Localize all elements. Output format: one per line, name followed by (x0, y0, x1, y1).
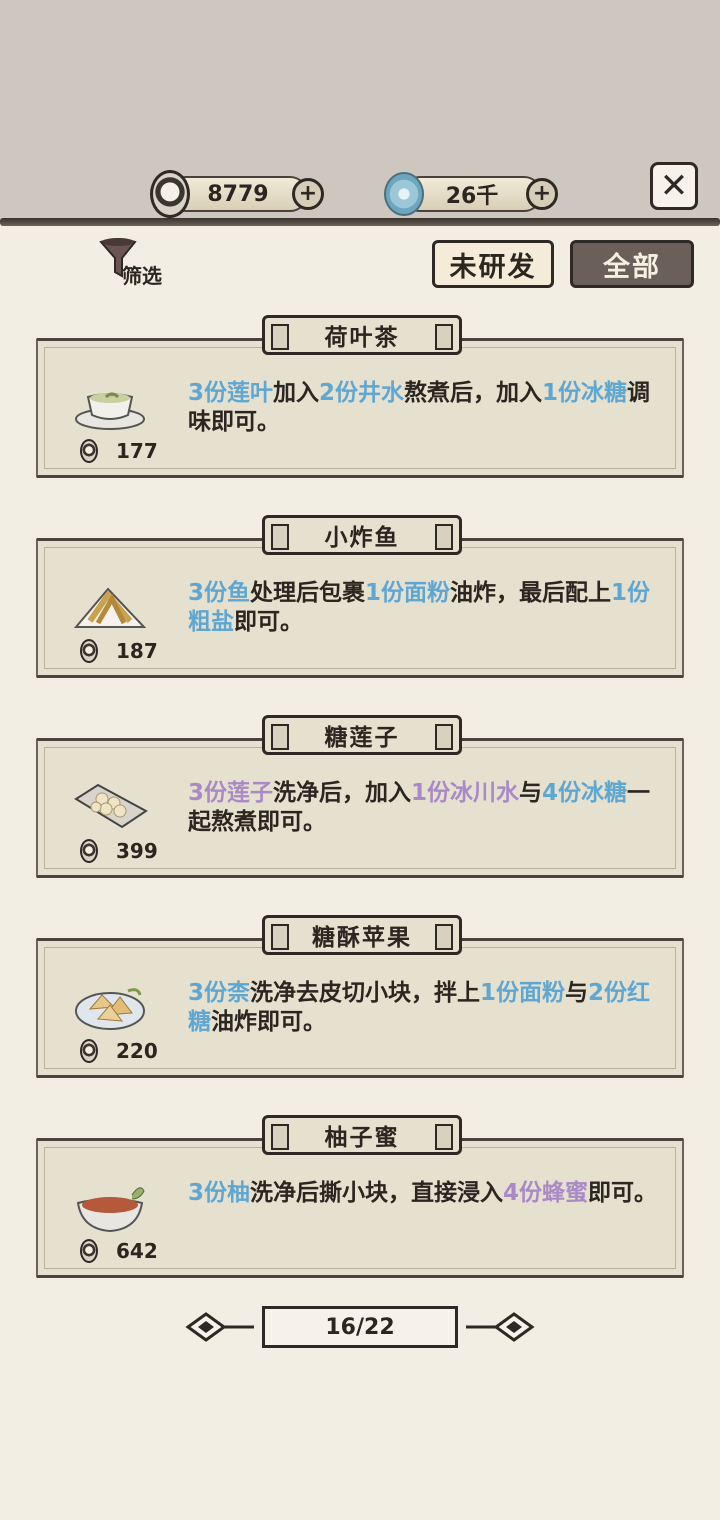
ingredient-highlight: 3份鱼 (188, 580, 251, 606)
ingredient-highlight: 1份冰川水 (411, 780, 520, 806)
ingredient-highlight: 1份冰糖 (542, 380, 628, 406)
description-text: 油炸即可。 (211, 1009, 326, 1035)
price-row: 187 (80, 637, 158, 665)
recipe-price: 399 (116, 839, 158, 863)
recipe-name: 糖莲子 (262, 715, 462, 755)
page-number: 16/22 (325, 1314, 395, 1340)
coin-amount: 8779 (207, 181, 269, 207)
coin-icon (80, 1239, 98, 1263)
price-row: 177 (80, 437, 158, 465)
price-row: 399 (80, 837, 158, 865)
tab-unresearched[interactable]: 未研发 (432, 240, 554, 288)
pagination: 16/22 (184, 1304, 536, 1350)
arrow-right-icon[interactable] (464, 1306, 536, 1348)
recipe-description: 3份莲子洗净后，加入1份冰川水与4份冰糖一起熬煮即可。 (188, 779, 658, 837)
lotus-tea-icon (75, 392, 145, 430)
description-text: 油炸，最后配上 (450, 580, 612, 606)
price-row: 642 (80, 1237, 158, 1265)
ingredient-highlight: 3份柚 (188, 1180, 251, 1206)
description-text: 洗净后撕小块，直接浸入 (250, 1180, 504, 1206)
filter-label: 筛选 (122, 264, 162, 288)
arrow-left-icon[interactable] (184, 1306, 256, 1348)
recipe-name: 糖酥苹果 (262, 915, 462, 955)
description-text: 与 (565, 980, 589, 1006)
recipe-card[interactable]: 小炸鱼 187 3份鱼处理后包裹1份面粉油炸，最后配上1份粗盐即可。 (36, 515, 684, 678)
recipe-description: 3份柰洗净去皮切小块，拌上1份面粉与2份红糖油炸即可。 (188, 979, 658, 1037)
recipe-price: 642 (116, 1239, 158, 1263)
recipe-description: 3份鱼处理后包裹1份面粉油炸，最后配上1份粗盐即可。 (188, 579, 658, 637)
ingredient-highlight: 3份柰 (188, 980, 251, 1006)
description-text: 与 (519, 780, 543, 806)
jade-icon (384, 172, 424, 216)
recipe-card[interactable]: 糖酥苹果 220 3份柰洗净去皮切小块，拌上1份面粉与2份红糖油炸即可。 (36, 915, 684, 1078)
page-indicator: 16/22 (262, 1306, 458, 1348)
recipe-name: 小炸鱼 (262, 515, 462, 555)
coin-icon (150, 170, 190, 218)
recipe-price: 187 (116, 639, 158, 663)
recipe-description: 3份莲叶加入2份井水熬煮后，加入1份冰糖调味即可。 (188, 379, 658, 437)
coin-icon (80, 839, 98, 863)
close-button[interactable]: ✕ (650, 162, 698, 210)
crispy-apple-icon (75, 988, 145, 1030)
description-text: 熬煮后，加入 (404, 380, 543, 406)
ingredient-highlight: 3份莲叶 (188, 380, 274, 406)
ingredient-highlight: 2份井水 (319, 380, 405, 406)
price-row: 220 (80, 1037, 158, 1065)
tab-all[interactable]: 全部 (570, 240, 694, 288)
add-jade-button[interactable]: + (526, 178, 558, 210)
description-text: 处理后包裹 (250, 580, 366, 606)
recipe-description: 3份柚洗净后撕小块，直接浸入4份蜂蜜即可。 (188, 1179, 658, 1208)
ingredient-highlight: 3份莲子 (188, 780, 274, 806)
recipe-card[interactable]: 糖莲子 399 3份莲子洗净后，加入1份冰川水与4份冰糖一起熬煮即可。 (36, 715, 684, 878)
description-text: 洗净去皮切小块，拌上 (250, 980, 481, 1006)
ingredient-highlight: 4份蜂蜜 (503, 1180, 589, 1206)
recipe-price: 220 (116, 1039, 158, 1063)
description-text: 洗净后，加入 (273, 780, 412, 806)
description-text: 加入 (273, 380, 320, 406)
add-coins-button[interactable]: + (292, 178, 324, 210)
coin-icon (80, 1039, 98, 1063)
top-bar (0, 0, 720, 226)
recipe-price: 177 (116, 439, 158, 463)
jade-amount: 26千 (445, 184, 499, 209)
recipe-card[interactable]: 荷叶茶 177 3份莲叶加入2份井水熬煮后，加入1份冰糖调味即可。 (36, 315, 684, 478)
description-text: 即可。 (588, 1180, 658, 1206)
ingredient-highlight: 1份面粉 (480, 980, 566, 1006)
recipe-card[interactable]: 柚子蜜 642 3份柚洗净后撕小块，直接浸入4份蜂蜜即可。 (36, 1115, 684, 1278)
fried-fish-icon (73, 587, 147, 628)
ingredient-highlight: 4份冰糖 (542, 780, 628, 806)
coin-icon (80, 439, 98, 463)
description-text: 即可。 (234, 609, 303, 635)
candied-lotus-seed-icon (74, 783, 148, 829)
recipe-name: 柚子蜜 (262, 1115, 462, 1155)
ingredient-highlight: 1份面粉 (365, 580, 451, 606)
pomelo-honey-icon (76, 1187, 145, 1233)
coin-icon (80, 639, 98, 663)
filter-button[interactable]: 筛选 (92, 236, 182, 288)
recipe-name: 荷叶茶 (262, 315, 462, 355)
